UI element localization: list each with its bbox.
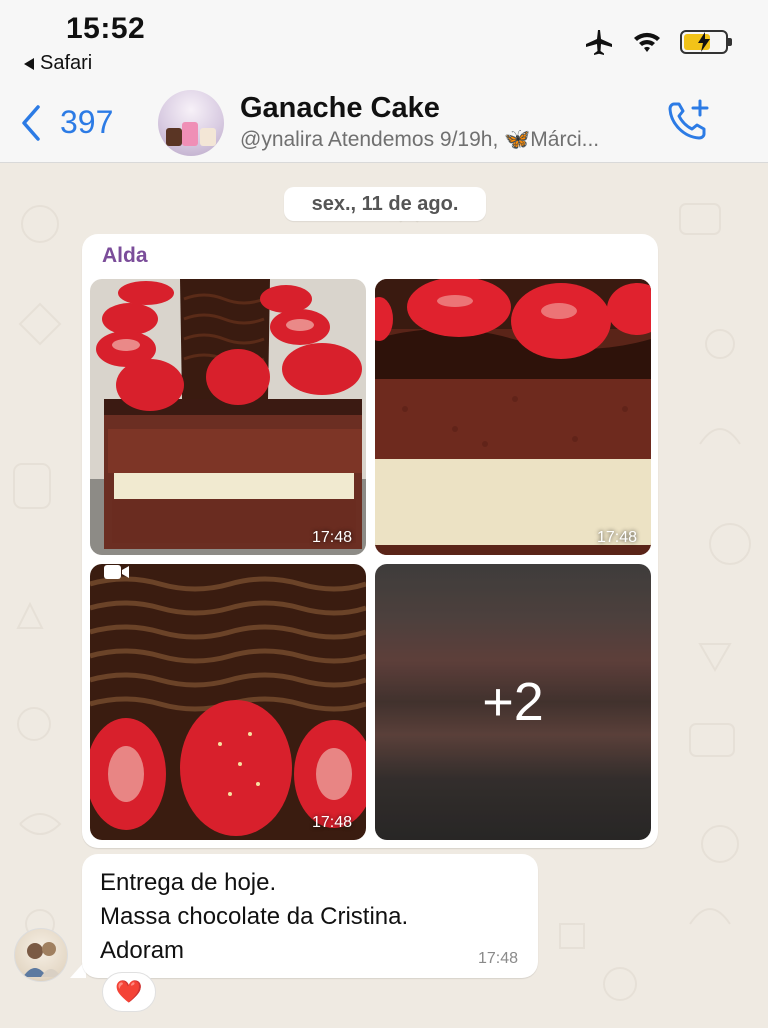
message-line: Adoram [100,937,185,964]
message-timestamp: 17:48 [477,950,518,967]
video-camera-icon [104,565,129,579]
album-photo-4-more[interactable]: +2 [375,564,651,840]
more-photos-count: +2 [482,672,544,732]
add-call-button[interactable] [666,98,712,149]
wifi-icon [634,32,660,52]
date-separator: sex., 11 de ago. [284,187,486,221]
sender-name[interactable]: Alda [102,244,148,268]
heart-icon: ❤️ [115,979,143,1004]
album-photo-1[interactable]: 17:48 [90,279,366,555]
photo-timestamp: 17:48 [311,529,352,546]
photo-timestamp: 17:48 [311,814,352,831]
add-call-icon [668,99,709,140]
back-app-label: Safari [40,52,93,74]
heart-reaction[interactable]: ❤️ [102,972,156,1012]
status-time: 15:52 [66,12,146,45]
status-icons [584,28,732,56]
message-line: Massa chocolate da Cristina. [100,903,409,930]
back-button[interactable]: 397 [20,104,113,141]
airplane-icon [586,30,612,55]
battery-charging-icon [680,30,732,54]
back-triangle-icon [24,57,34,70]
chat-title[interactable]: Ganache Cake [240,92,440,125]
message-line: Entrega de hoje. [100,869,277,896]
album-photo-3[interactable]: 17:48 [90,564,366,840]
photo-album-message[interactable]: Alda 17:48 17:48 17:48 +2 [82,234,658,848]
album-photo-2[interactable]: 17:48 [375,279,651,555]
chat-subtitle[interactable]: @ynalira Atendemos 9/19h, 🦋Márci... [240,128,599,152]
photo-timestamp: 17:48 [596,529,637,546]
unread-count: 397 [60,104,114,140]
back-to-app-link[interactable]: Safari [24,52,92,75]
sender-avatar[interactable] [14,928,68,982]
text-message[interactable]: Entrega de hoje. Massa chocolate da Cris… [82,854,538,978]
group-avatar[interactable] [158,90,224,156]
chevron-left-icon [22,104,40,141]
top-bar: 15:52 Safari 397 Ganache Cake @ynalira A… [0,0,768,163]
